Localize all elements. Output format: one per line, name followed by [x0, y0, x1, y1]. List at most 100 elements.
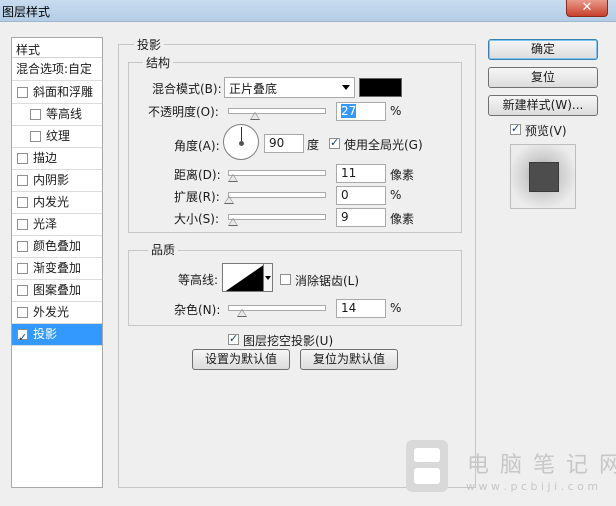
- contour-checkbox[interactable]: [30, 109, 41, 120]
- ok-button[interactable]: 确定: [488, 39, 598, 60]
- structure-group-title: 结构: [143, 54, 174, 71]
- drop-shadow-group-title: 投影: [134, 36, 165, 53]
- opacity-value: 27: [341, 104, 357, 118]
- opacity-unit: %: [390, 104, 402, 118]
- new-style-label: 新建样式(W)...: [502, 98, 584, 112]
- list-item-label: 渐变叠加: [33, 261, 82, 275]
- opacity-label: 不透明度(O):: [148, 105, 219, 119]
- list-item-label: 光泽: [33, 217, 58, 231]
- opacity-input[interactable]: 27: [336, 102, 386, 121]
- size-slider-thumb[interactable]: [228, 218, 238, 226]
- inner-shadow-checkbox[interactable]: [17, 175, 28, 186]
- anti-alias-label[interactable]: 消除锯齿(L): [295, 272, 359, 289]
- make-default-label: 设置为默认值: [204, 352, 277, 366]
- window-title: 图层样式: [2, 5, 51, 19]
- bevel-emboss-checkbox[interactable]: [17, 87, 28, 98]
- list-item-contour[interactable]: 等高线: [12, 104, 102, 126]
- list-item-label: 内发光: [33, 195, 70, 209]
- blend-mode-dropdown[interactable]: 正片叠底: [224, 77, 355, 98]
- spread-label: 扩展(R):: [174, 190, 220, 204]
- list-item-stroke[interactable]: 描边: [12, 148, 102, 170]
- new-style-button[interactable]: 新建样式(W)...: [488, 95, 598, 116]
- angle-unit: 度: [307, 138, 320, 152]
- angle-input[interactable]: 90: [264, 134, 304, 153]
- reset-button[interactable]: 复位: [488, 67, 598, 88]
- outer-glow-checkbox[interactable]: [17, 307, 28, 318]
- preview-thumbnail: [529, 162, 559, 192]
- noise-slider-thumb[interactable]: [237, 309, 247, 317]
- watermark-logo-icon: [406, 440, 448, 492]
- distance-slider-thumb[interactable]: [228, 174, 238, 182]
- distance-unit: 像素: [390, 168, 415, 182]
- global-light-label[interactable]: 使用全局光(G): [344, 136, 423, 153]
- close-icon: ✕: [581, 0, 593, 15]
- style-preview: [510, 144, 576, 209]
- contour-label: 等高线:: [178, 273, 219, 287]
- opacity-slider[interactable]: [228, 108, 326, 120]
- knockout-checkbox[interactable]: [228, 332, 239, 345]
- list-item-label: 斜面和浮雕: [33, 85, 94, 99]
- list-item-label: 投影: [33, 327, 58, 341]
- quality-group-title: 品质: [148, 241, 179, 258]
- global-light-checkbox[interactable]: [329, 136, 340, 149]
- list-item-texture[interactable]: 纹理: [12, 126, 102, 148]
- contour-dropdown-button[interactable]: [264, 263, 273, 292]
- distance-input[interactable]: 11: [336, 164, 386, 183]
- noise-unit: %: [390, 301, 402, 315]
- noise-slider[interactable]: [228, 305, 326, 317]
- style-list-header[interactable]: 样式: [12, 38, 102, 58]
- list-item-gradient-overlay[interactable]: 渐变叠加: [12, 258, 102, 280]
- anti-alias-checkbox[interactable]: [280, 274, 291, 285]
- size-slider[interactable]: [228, 214, 326, 226]
- angle-dial[interactable]: [223, 124, 259, 160]
- distance-label: 距离(D):: [174, 168, 221, 182]
- stroke-checkbox[interactable]: [17, 153, 28, 164]
- list-item-blending-options[interactable]: 混合选项:自定: [12, 59, 102, 81]
- inner-glow-checkbox[interactable]: [17, 197, 28, 208]
- gradient-overlay-checkbox[interactable]: [17, 263, 28, 274]
- pattern-overlay-checkbox[interactable]: [17, 285, 28, 296]
- preview-checkbox[interactable]: [510, 122, 521, 135]
- spread-slider-thumb[interactable]: [224, 196, 234, 204]
- list-item-inner-glow[interactable]: 内发光: [12, 192, 102, 214]
- spread-input[interactable]: 0: [336, 186, 386, 205]
- noise-input[interactable]: 14: [336, 299, 386, 318]
- list-item-inner-shadow[interactable]: 内阴影: [12, 170, 102, 192]
- satin-checkbox[interactable]: [17, 219, 28, 230]
- preview-label[interactable]: 预览(V): [525, 122, 567, 139]
- list-item-label: 颜色叠加: [33, 239, 82, 253]
- opacity-slider-thumb[interactable]: [250, 112, 260, 120]
- list-item-label: 描边: [33, 151, 58, 165]
- texture-checkbox[interactable]: [30, 131, 41, 142]
- knockout-label[interactable]: 图层挖空投影(U): [243, 332, 333, 349]
- spread-unit: %: [390, 188, 402, 202]
- spread-value: 0: [341, 188, 349, 202]
- color-overlay-checkbox[interactable]: [17, 241, 28, 252]
- size-unit: 像素: [390, 212, 415, 226]
- angle-dial-center: [239, 141, 244, 146]
- list-item-bevel-emboss[interactable]: 斜面和浮雕: [12, 82, 102, 104]
- list-item-satin[interactable]: 光泽: [12, 214, 102, 236]
- shadow-color-swatch[interactable]: [359, 78, 402, 97]
- make-default-button[interactable]: 设置为默认值: [192, 349, 290, 370]
- list-item-outer-glow[interactable]: 外发光: [12, 302, 102, 324]
- watermark-title: 电 脑 笔 记 网: [467, 453, 616, 478]
- style-list: 样式 混合选项:自定 斜面和浮雕 等高线 纹理 描边 内阴影 内发光 光泽 颜色…: [11, 37, 103, 488]
- list-item-label: 内阴影: [33, 173, 70, 187]
- reset-default-button[interactable]: 复位为默认值: [300, 349, 398, 370]
- blend-mode-label: 混合模式(B):: [152, 82, 222, 96]
- list-item-label: 外发光: [33, 305, 70, 319]
- list-item-label: 等高线: [46, 107, 83, 121]
- distance-slider[interactable]: [228, 170, 326, 182]
- ok-label: 确定: [530, 42, 555, 56]
- contour-preview[interactable]: [222, 263, 264, 292]
- drop-shadow-checkbox[interactable]: [17, 327, 28, 348]
- list-item-pattern-overlay[interactable]: 图案叠加: [12, 280, 102, 302]
- list-item-drop-shadow[interactable]: 投影: [12, 324, 102, 348]
- close-button[interactable]: ✕: [566, 0, 608, 17]
- spread-slider[interactable]: [224, 192, 326, 204]
- distance-value: 11: [341, 166, 357, 180]
- size-input[interactable]: 9: [336, 208, 386, 227]
- list-item-color-overlay[interactable]: 颜色叠加: [12, 236, 102, 258]
- angle-value: 90: [269, 136, 285, 150]
